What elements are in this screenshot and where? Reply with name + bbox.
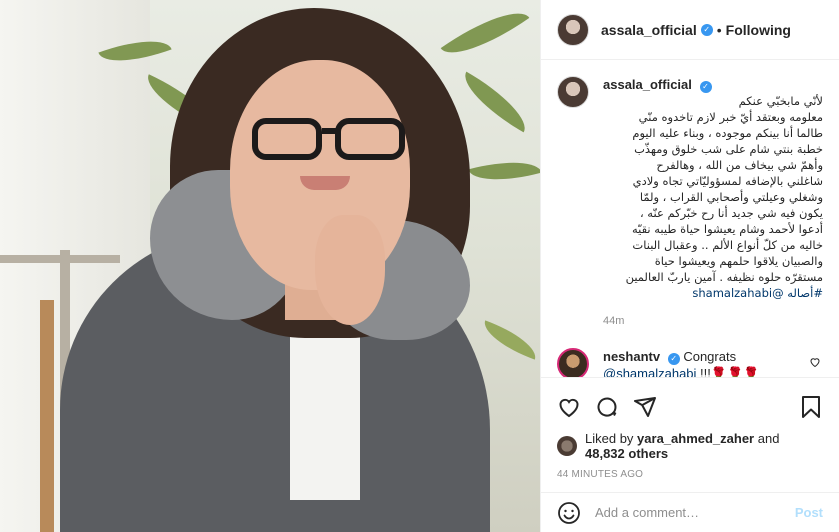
comment-mention-link[interactable]: @shamalzahabi	[603, 366, 696, 377]
leaf	[478, 320, 540, 360]
post-timestamp[interactable]: 44 MINUTES AGO	[541, 461, 839, 492]
comment-body: neshantv ✓ Congrats @shamalzahabi !!!🌹🌹🌹	[603, 348, 801, 377]
caption: assala_official ✓ لأنّي مابخبّي عنكم معل…	[557, 76, 823, 330]
likes-and: and	[757, 431, 780, 446]
hand	[315, 215, 385, 325]
comment-like-heart-icon[interactable]	[809, 356, 823, 377]
plant-stem	[40, 300, 54, 532]
caption-body: assala_official ✓ لأنّي مابخبّي عنكم معل…	[603, 76, 823, 330]
comment-icon[interactable]	[595, 395, 619, 419]
caption-line: والصبيان يلاقوا حلمهم ويعيشوا حياة	[654, 254, 823, 268]
liker-username[interactable]: yara_ahmed_zaher	[637, 431, 754, 446]
comments-area: assala_official ✓ لأنّي مابخبّي عنكم معل…	[541, 60, 839, 377]
caption-line: خاليه من كلّ أنواع الألم .. وعقبال البنا…	[632, 238, 823, 252]
author-avatar[interactable]	[557, 13, 589, 46]
action-bar	[541, 377, 839, 425]
post-header: assala_official ✓ • Following	[541, 0, 839, 60]
verified-badge-icon: ✓	[667, 353, 680, 365]
glasses-bridge	[322, 128, 336, 134]
caption-line: وأهمّ شي بيخاف من الله ، وهالفرح	[656, 158, 823, 172]
post-photo[interactable]	[0, 0, 540, 532]
add-comment-bar: Post	[541, 492, 839, 532]
follow-status-button[interactable]: Following	[726, 22, 791, 38]
caption-line: مستقرّه حلوه نظيفه . آمين ياربّ العالمين	[625, 270, 823, 284]
leaf	[440, 0, 530, 70]
leaf	[468, 151, 540, 191]
liker-avatar[interactable]	[557, 436, 577, 456]
commenter-username[interactable]: neshantv	[603, 349, 660, 364]
caption-time[interactable]: 44m	[603, 313, 823, 330]
comment-text: Congrats	[683, 349, 737, 364]
lips	[300, 176, 350, 190]
glasses-left-lens	[252, 118, 322, 160]
caption-line-last: #أصاله @shamalzahabi	[603, 285, 823, 301]
caption-mention-link[interactable]: @shamalzahabi	[692, 286, 783, 300]
caption-line: طالما أنا بينكم موجوده ، وبناء عليه اليو…	[632, 126, 823, 140]
caption-text: لأنّي مابخبّي عنكم معلومه وبعتقد أيّ خبر…	[603, 93, 823, 301]
smiley-icon[interactable]	[557, 501, 581, 525]
hashtag-link[interactable]: #أصاله	[787, 286, 823, 300]
caption-line: وشغلي وعيلتي وأصحابي القراب ، ولمّا	[639, 190, 823, 204]
likes-summary: Liked by yara_ahmed_zaher and 48,832 oth…	[541, 425, 839, 461]
verified-badge-icon: ✓	[700, 23, 713, 36]
post-sidebar: assala_official ✓ • Following assala_off…	[540, 0, 839, 532]
share-icon[interactable]	[633, 395, 657, 419]
heart-icon[interactable]	[557, 395, 581, 419]
commenter-avatar[interactable]	[557, 348, 589, 377]
likes-prefix: Liked by	[585, 431, 634, 446]
glasses-right-lens	[335, 118, 405, 160]
leaf	[454, 71, 536, 133]
post-comment-button[interactable]: Post	[795, 505, 823, 520]
railing-bar	[0, 255, 120, 263]
caption-line: أدعوا لأحمد وشام يعيشوا حياة طيبه نقيّه	[631, 222, 823, 236]
comment-item: neshantv ✓ Congrats @shamalzahabi !!!🌹🌹🌹	[557, 348, 823, 377]
caption-line: معلومه وبعتقد أيّ خبر لازم تاخدوه منّي	[638, 110, 823, 124]
verified-badge-icon: ✓	[699, 81, 712, 93]
caption-line: شاغلني بالإضافه لمسؤوليّاتي تجاه ولادي	[632, 174, 823, 188]
comment-suffix: !!!🌹🌹🌹	[700, 366, 760, 377]
add-comment-input[interactable]	[595, 505, 795, 520]
bookmark-icon[interactable]	[799, 395, 823, 419]
caption-line: يكون فيه شي جديد أنا رح خبّركم عنّه ،	[639, 206, 823, 220]
post-view: assala_official ✓ • Following assala_off…	[0, 0, 839, 532]
caption-username[interactable]: assala_official	[603, 77, 692, 92]
likes-count-link[interactable]: 48,832 others	[585, 446, 668, 461]
caption-avatar[interactable]	[557, 76, 589, 108]
author-username[interactable]: assala_official	[601, 22, 697, 38]
caption-line: خطبة بنتي شام على شب خلوق ومهذّب	[634, 142, 823, 156]
caption-line: لأنّي مابخبّي عنكم	[738, 94, 823, 108]
separator-dot: •	[716, 21, 722, 38]
